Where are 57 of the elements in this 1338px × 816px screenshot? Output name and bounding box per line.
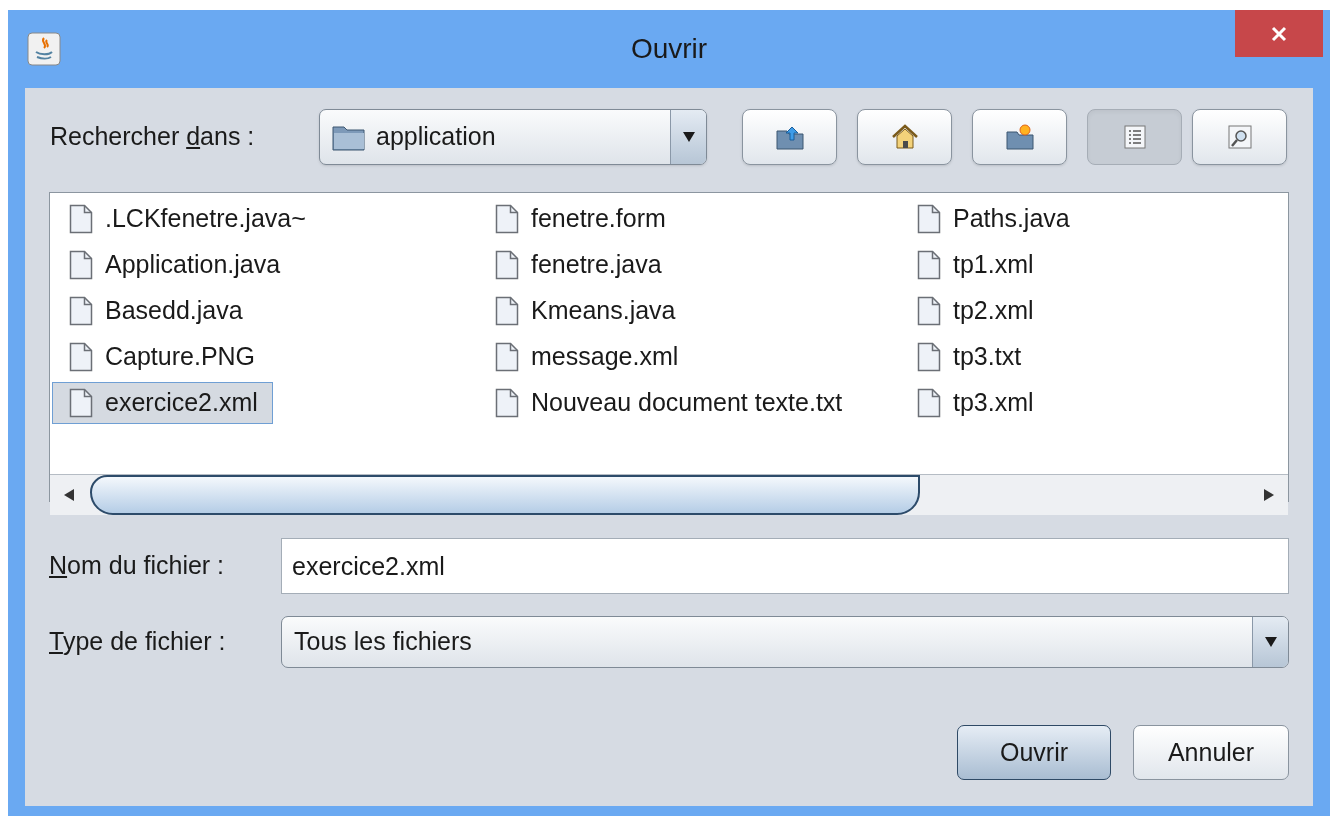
file-type-dropdown[interactable]: Tous les fichiers xyxy=(281,616,1289,668)
java-icon xyxy=(27,32,61,66)
look-in-value: application xyxy=(376,121,497,153)
file-icon xyxy=(495,388,519,418)
file-icon xyxy=(495,342,519,372)
file-icon xyxy=(495,204,519,234)
file-item[interactable]: exercice2.xml xyxy=(52,382,273,424)
file-item[interactable]: tp2.xml xyxy=(900,290,1049,332)
file-icon xyxy=(69,296,93,326)
file-item[interactable]: fenetre.form xyxy=(478,198,681,240)
file-item[interactable]: tp1.xml xyxy=(900,244,1049,286)
look-in-label: Rechercher dans : xyxy=(50,122,255,151)
file-icon xyxy=(917,204,941,234)
file-item[interactable]: Paths.java xyxy=(900,198,1085,240)
file-icon xyxy=(69,204,93,234)
look-in-dropdown[interactable]: application xyxy=(319,109,707,165)
file-item[interactable]: tp3.xml xyxy=(900,382,1049,424)
file-icon xyxy=(69,342,93,372)
file-icon xyxy=(917,388,941,418)
file-icon xyxy=(69,388,93,418)
file-item[interactable]: Application.java xyxy=(52,244,296,286)
details-view-icon xyxy=(1226,124,1253,150)
close-button[interactable] xyxy=(1235,10,1323,57)
file-type-label: Type de fichier : xyxy=(49,627,226,656)
file-icon xyxy=(69,250,93,280)
file-item[interactable]: .LCKfenetre.java~ xyxy=(52,198,321,240)
file-item[interactable]: tp3.txt xyxy=(900,336,1037,378)
file-item[interactable]: Capture.PNG xyxy=(52,336,271,378)
dialog-button[interactable]: Ouvrir xyxy=(957,725,1111,780)
file-item[interactable]: message.xml xyxy=(478,336,694,378)
file-icon xyxy=(917,250,941,280)
file-icon xyxy=(917,296,941,326)
toolbar-button[interactable] xyxy=(742,109,837,165)
toolbar-button[interactable] xyxy=(857,109,952,165)
caret-icon xyxy=(681,131,696,143)
dropdown-arrow-button[interactable] xyxy=(1252,617,1288,667)
dialog-button[interactable]: Annuler xyxy=(1133,725,1289,780)
toolbar-button[interactable] xyxy=(972,109,1067,165)
new-folder-icon xyxy=(1004,123,1035,151)
list-view-icon xyxy=(1123,125,1146,149)
folder-icon xyxy=(332,123,366,151)
dropdown-arrow-button[interactable] xyxy=(670,110,706,164)
file-item[interactable]: Basedd.java xyxy=(52,290,258,332)
file-icon xyxy=(917,342,941,372)
scrollbar-thumb[interactable] xyxy=(90,475,920,515)
file-icon xyxy=(495,250,519,280)
caret-icon xyxy=(1263,636,1278,648)
file-item[interactable]: fenetre.java xyxy=(478,244,677,286)
file-item[interactable]: Nouveau document texte.txt xyxy=(478,382,858,424)
toolbar-button[interactable] xyxy=(1192,109,1287,165)
file-icon xyxy=(495,296,519,326)
file-name-field[interactable]: exercice2.xml xyxy=(281,538,1289,594)
close-icon xyxy=(1271,25,1287,42)
file-item[interactable]: Kmeans.java xyxy=(478,290,691,332)
file-name-label: Nom du fichier : xyxy=(49,551,225,580)
horizontal-scrollbar[interactable] xyxy=(50,474,1288,515)
window-title: Ouvrir xyxy=(630,32,708,66)
